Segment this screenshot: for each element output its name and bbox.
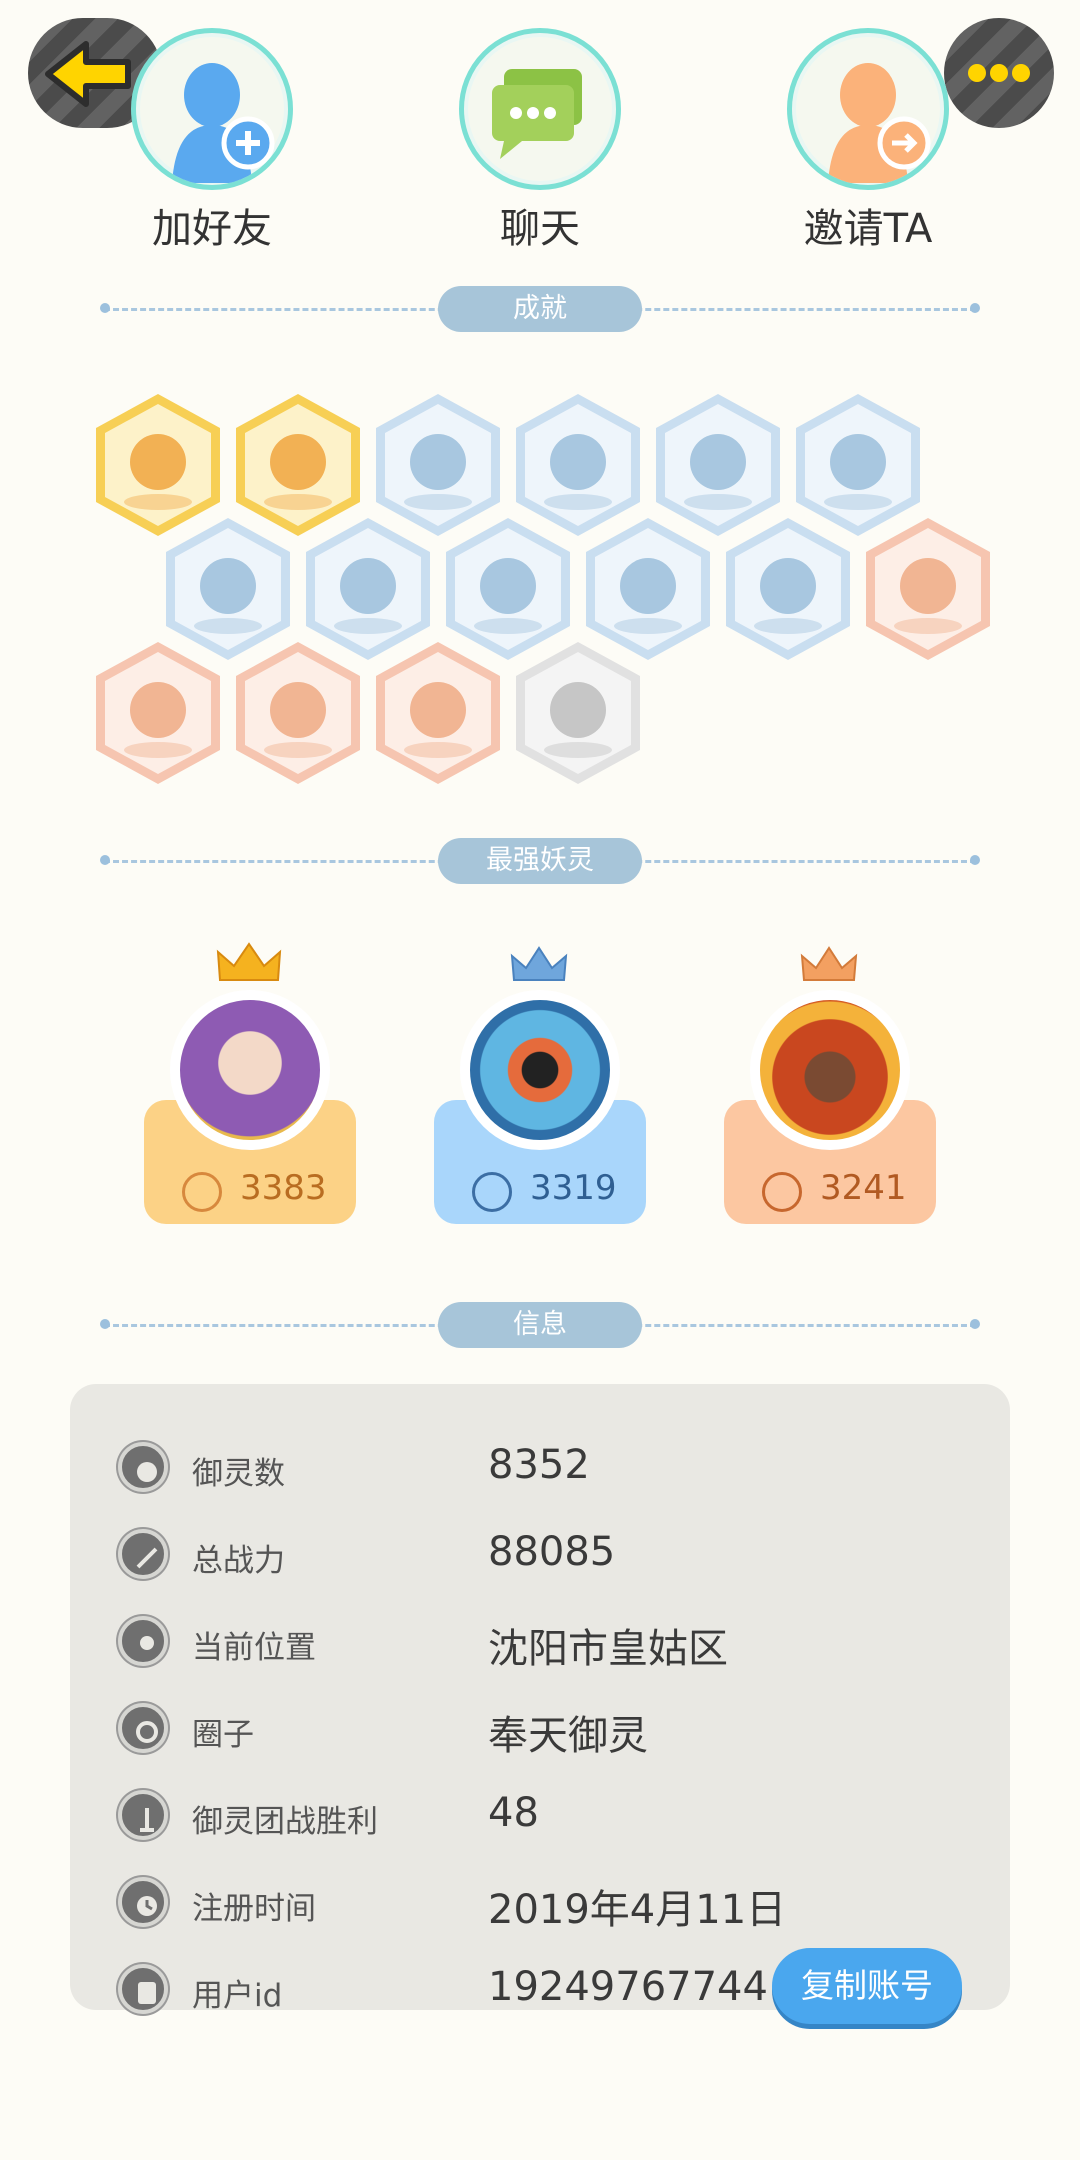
sword-icon	[472, 1172, 512, 1212]
divider-dot	[100, 303, 110, 313]
info-value: 8352	[488, 1442, 590, 1488]
info-value: 沈阳市皇姑区	[488, 1626, 728, 1672]
fox-statue-badge-icon[interactable]	[370, 638, 506, 788]
info-section-header: 信息	[100, 1302, 980, 1348]
info-row-location: 当前位置 沈阳市皇姑区	[70, 1598, 1010, 1684]
divider-dot	[100, 855, 110, 865]
sword-icon	[762, 1172, 802, 1212]
sword-icon	[118, 1529, 168, 1579]
shield-badge-icon[interactable]	[90, 638, 226, 788]
divider-dot	[970, 855, 980, 865]
info-row-register-date: 注册时间 2019年4月11日	[70, 1859, 1010, 1945]
info-value: 48	[488, 1790, 539, 1836]
trophy-icon	[118, 1790, 168, 1840]
info-label: 用户id	[192, 1978, 283, 2014]
spirit-count-icon	[118, 1442, 168, 1492]
koi-badge-icon[interactable]	[860, 514, 996, 664]
info-value: 2019年4月11日	[488, 1887, 787, 1933]
chat-action[interactable]: 聊天	[440, 28, 640, 254]
spirit-avatar	[750, 990, 910, 1150]
info-label: 圈子	[192, 1717, 254, 1753]
invite-icon	[787, 28, 949, 190]
info-row-team-wins: 御灵团战胜利 48	[70, 1772, 1010, 1858]
sword-icon	[182, 1172, 222, 1212]
add-friend-label: 加好友	[152, 206, 272, 252]
info-row-circle: 圈子 奉天御灵	[70, 1685, 1010, 1771]
divider-dot	[100, 1319, 110, 1329]
info-label: 御灵团战胜利	[192, 1804, 378, 1840]
chat-label: 聊天	[500, 206, 580, 252]
add-friend-icon	[131, 28, 293, 190]
info-row-total-power: 总战力 88085	[70, 1511, 1010, 1597]
blue-crown-icon	[510, 946, 568, 981]
info-label: 注册时间	[192, 1891, 316, 1927]
yinyang-badge-icon[interactable]	[720, 514, 856, 664]
section-title: 最强妖灵	[438, 838, 642, 884]
info-panel: 御灵数 8352 总战力 88085 当前位置 沈阳市皇姑区 圈子 奉天御灵 御…	[70, 1384, 1010, 2024]
section-title: 成就	[438, 286, 642, 332]
invite-action[interactable]: 邀请TA	[768, 28, 968, 254]
id-card-icon	[118, 1964, 168, 2014]
info-value: 奉天御灵	[488, 1713, 648, 1759]
clock-icon	[118, 1877, 168, 1927]
chat-icon	[459, 28, 621, 190]
info-value: 19249767744	[488, 1964, 768, 2010]
spirit-power: 3383	[240, 1168, 327, 1208]
ox-badge-icon[interactable]	[230, 638, 366, 788]
target-icon	[118, 1703, 168, 1753]
divider-dot	[970, 303, 980, 313]
book-badge-icon[interactable]	[510, 638, 646, 788]
section-title: 信息	[438, 1302, 642, 1348]
info-label: 御灵数	[192, 1456, 285, 1492]
strongest-section-header: 最强妖灵	[100, 838, 980, 884]
gold-crown-icon	[216, 942, 282, 981]
achievements-section-header: 成就	[100, 286, 980, 332]
info-label: 当前位置	[192, 1630, 316, 1666]
info-row-user-id: 用户id 19249767744 复制账号	[70, 1946, 1010, 2032]
divider-dot	[970, 1319, 980, 1329]
copy-account-button[interactable]: 复制账号	[772, 1948, 962, 2024]
spirit-avatar	[170, 990, 330, 1150]
invite-label: 邀请TA	[803, 206, 933, 252]
bronze-crown-icon	[800, 946, 858, 981]
add-friend-action[interactable]: 加好友	[112, 28, 312, 254]
location-pin-icon	[118, 1616, 168, 1666]
info-value: 88085	[488, 1529, 616, 1575]
spirit-power: 3319	[530, 1168, 617, 1208]
spirit-avatar	[460, 990, 620, 1150]
info-row-spirit-count: 御灵数 8352	[70, 1424, 1010, 1510]
info-label: 总战力	[192, 1543, 285, 1579]
spirit-power: 3241	[820, 1168, 907, 1208]
